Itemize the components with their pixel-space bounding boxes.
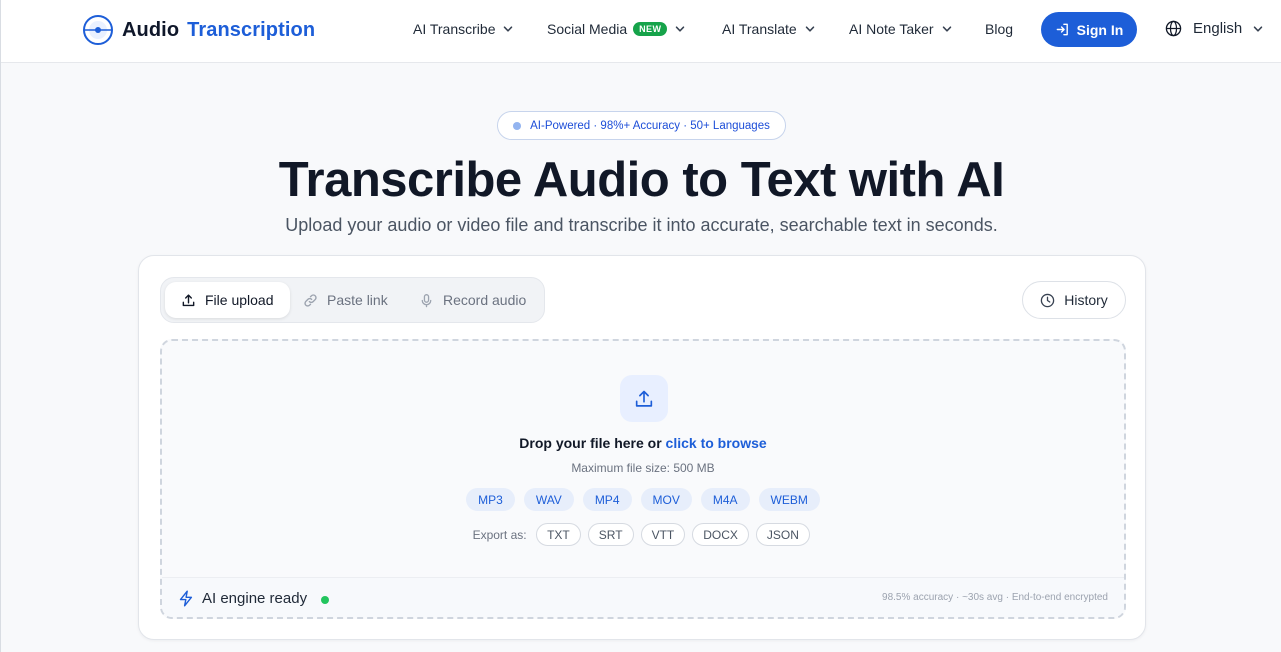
nav-social-media[interactable]: Social Media NEW — [547, 20, 685, 38]
export-chip: VTT — [640, 523, 686, 546]
feature-pill-text: AI-Powered · 98%+ Accuracy · 50+ Languag… — [530, 119, 770, 132]
tab-label: Record audio — [443, 292, 527, 308]
language-selector[interactable]: English — [1165, 20, 1263, 37]
tab-label: File upload — [205, 292, 274, 308]
supported-formats: MP3 WAV MP4 MOV M4A WEBM — [162, 488, 1124, 511]
nav-label: AI Note Taker — [849, 21, 934, 37]
format-chip: MOV — [640, 488, 692, 511]
sign-in-label: Sign In — [1076, 21, 1124, 38]
microphone-icon — [421, 293, 432, 307]
brand-logo-link[interactable]: Audio Transcription — [82, 14, 315, 46]
engine-stats: 98.5% accuracy · ~30s avg · End-to-end e… — [882, 592, 1108, 603]
page-subtitle: Upload your audio or video file and tran… — [285, 215, 998, 235]
page-title: Transcribe Audio to Text with AI — [278, 153, 1005, 207]
chevron-down-icon — [504, 26, 513, 32]
export-chip: DOCX — [692, 523, 749, 546]
nav-label: Blog — [985, 21, 1014, 37]
format-chip: WEBM — [758, 488, 820, 511]
lightning-icon — [179, 590, 193, 607]
sign-in-icon — [1056, 23, 1068, 36]
input-mode-tabs: File upload Paste link Record audio — [160, 277, 545, 323]
chevron-down-icon — [805, 26, 814, 32]
sign-in-button[interactable]: Sign In — [1041, 12, 1137, 47]
export-formats: Export as: TXT SRT VTT DOCX JSON — [162, 523, 1124, 546]
drop-instructions: Drop your file here or click to browse — [162, 435, 1124, 451]
format-chip: M4A — [700, 488, 750, 511]
brand-name-audio: Audio — [122, 18, 180, 41]
upload-icon — [182, 293, 195, 306]
engine-status-bar: AI engine ready 98.5% accuracy · ~30s av… — [162, 577, 1124, 617]
upload-icon — [635, 390, 653, 407]
format-chip: MP3 — [466, 488, 515, 511]
tab-paste-link[interactable]: Paste link — [303, 282, 388, 318]
history-label: History — [1064, 292, 1108, 308]
tab-file-upload[interactable]: File upload — [165, 282, 290, 318]
chevron-down-icon — [676, 26, 685, 32]
brand-name-transcription: Transcription — [187, 18, 316, 41]
globe-icon — [1165, 20, 1182, 37]
export-chip: TXT — [536, 523, 581, 546]
pill-dot — [513, 121, 522, 130]
new-badge: NEW — [633, 22, 668, 36]
nav-blog[interactable]: Blog — [985, 20, 1013, 38]
max-file-size: Maximum file size: 500 MB — [571, 461, 715, 475]
link-icon — [304, 293, 317, 307]
feature-pill: AI-Powered · 98%+ Accuracy · 50+ Languag… — [497, 111, 786, 140]
nav-ai-note-taker[interactable]: AI Note Taker — [849, 20, 952, 38]
format-chip: MP4 — [582, 488, 632, 511]
export-label: Export as: — [472, 527, 527, 542]
chevron-down-icon — [1253, 25, 1263, 32]
nav-ai-transcribe[interactable]: AI Transcribe — [413, 20, 513, 38]
nav-ai-translate[interactable]: AI Translate — [722, 20, 815, 38]
logo-icon — [83, 15, 113, 45]
browse-link[interactable]: click to browse — [666, 435, 767, 451]
nav-label: AI Transcribe — [413, 21, 496, 37]
chevron-down-icon — [942, 26, 951, 32]
nav-label: Social Media — [547, 21, 628, 37]
file-dropzone[interactable]: Drop your file here or click to browse M… — [160, 339, 1126, 619]
nav-label: AI Translate — [722, 21, 797, 37]
format-chip: WAV — [523, 488, 574, 511]
export-chip: SRT — [587, 523, 634, 546]
upload-card: File upload Paste link Record audio Hist… — [138, 255, 1146, 640]
drop-prompt: Drop your file here or — [519, 435, 662, 451]
tab-label: Paste link — [327, 292, 388, 308]
upload-icon-box — [620, 375, 668, 422]
top-navigation-bar: Audio Transcription AI Transcribe Social… — [1, 0, 1281, 63]
language-label: English — [1193, 20, 1243, 37]
ready-indicator — [321, 596, 329, 604]
history-button[interactable]: History — [1022, 281, 1126, 319]
export-chip: JSON — [755, 523, 810, 546]
clock-icon — [1040, 293, 1055, 307]
engine-status-text: AI engine ready — [202, 590, 308, 607]
tab-record-audio[interactable]: Record audio — [419, 282, 526, 318]
